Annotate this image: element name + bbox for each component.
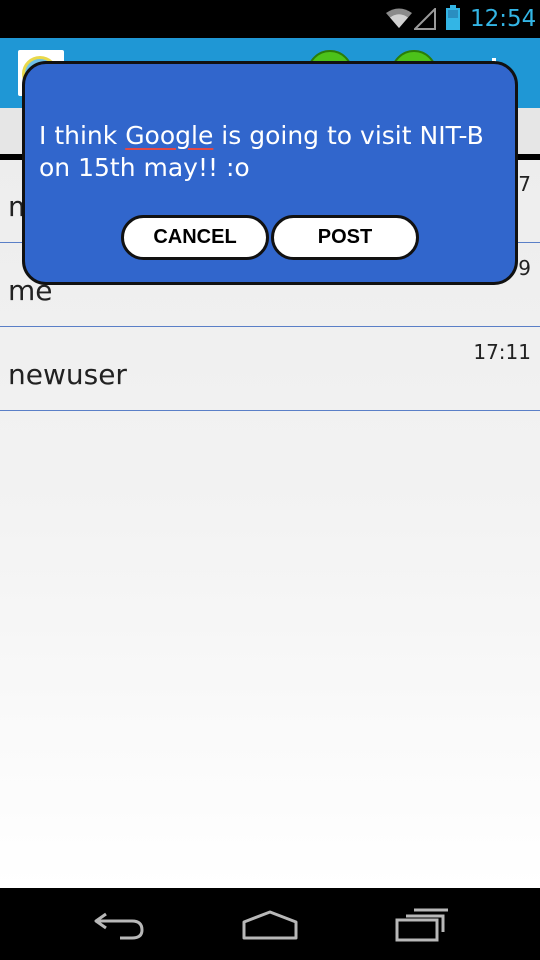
navigation-bar — [0, 888, 540, 960]
wifi-icon — [385, 7, 413, 34]
post-dialog: I think Google is going to visit NIT-B o… — [22, 61, 518, 285]
dialog-message: I think Google is going to visit NIT-B o… — [39, 120, 509, 184]
chat-time: 7 — [518, 172, 531, 196]
cancel-button[interactable]: CANCEL — [121, 215, 269, 260]
misspelled-word[interactable]: Google — [125, 121, 213, 150]
status-clock: 12:54 — [470, 6, 537, 32]
message-text: I think — [39, 121, 126, 150]
post-button[interactable]: POST — [271, 215, 419, 260]
back-icon[interactable] — [92, 906, 148, 947]
chat-time: 9 — [518, 256, 531, 280]
chat-row[interactable]: 17:11 newuser — [0, 328, 540, 411]
chat-name: newuser — [8, 358, 127, 391]
battery-icon — [445, 5, 461, 36]
status-bar: 12:54 — [0, 0, 540, 38]
signal-icon — [412, 6, 436, 35]
recent-apps-icon[interactable] — [394, 906, 450, 947]
home-icon[interactable] — [240, 906, 300, 947]
chat-time: 17:11 — [473, 340, 531, 364]
